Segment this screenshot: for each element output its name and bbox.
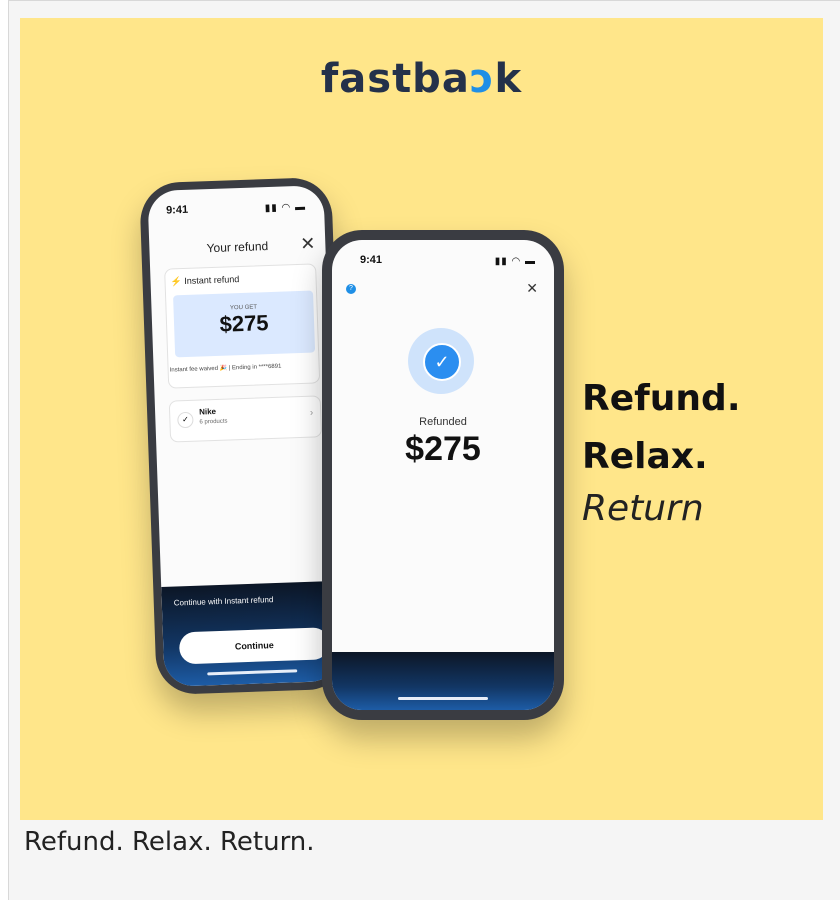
tagline-relax: Relax. bbox=[582, 436, 708, 477]
continue-button[interactable]: Continue bbox=[178, 627, 330, 665]
image-caption: Refund. Relax. Return. bbox=[24, 827, 315, 857]
lightning-icon: ⚡ bbox=[170, 276, 182, 287]
status-time: 9:41 bbox=[165, 203, 189, 217]
hero-image: fastbaↄk 9:41 ▮▮ ◠ ▬ Your refund ✕ ⚡ Ins… bbox=[20, 18, 823, 820]
status-icons: ▮▮ ◠ ▬ bbox=[264, 201, 307, 215]
close-icon[interactable]: ✕ bbox=[300, 233, 316, 255]
fastback-logo: fastbaↄk bbox=[320, 56, 523, 102]
back-phone: 9:41 ▮▮ ◠ ▬ Your refund ✕ ⚡ Instant refu… bbox=[139, 176, 349, 696]
refund-amount: $275 bbox=[219, 310, 269, 337]
close-icon[interactable]: ✕ bbox=[526, 280, 538, 297]
front-phone: 9:41 ▮▮ ◠ ▬ ? ✕ ✓ Refunded $275 bbox=[322, 230, 564, 720]
tagline-refund: Refund. bbox=[582, 378, 741, 419]
refunded-amount: $275 bbox=[405, 430, 481, 468]
you-get-box: YOU GET $275 bbox=[173, 290, 316, 358]
home-indicator bbox=[398, 697, 488, 700]
refund-check-icon: ✓ bbox=[408, 328, 474, 394]
help-icon[interactable]: ? bbox=[346, 284, 356, 294]
refunded-label: Refunded bbox=[419, 416, 467, 428]
status-icons: ▮▮ ◠ ▬ bbox=[494, 256, 536, 267]
status-time: 9:41 bbox=[360, 254, 383, 266]
store-sub: 6 products bbox=[199, 418, 228, 426]
continue-prompt: Continue with Instant refund bbox=[173, 595, 274, 608]
chevron-right-icon: › bbox=[309, 407, 314, 419]
store-name: Nike bbox=[198, 406, 217, 417]
home-indicator bbox=[207, 669, 298, 676]
tagline-return: Return bbox=[582, 488, 704, 529]
bottom-panel bbox=[332, 652, 554, 710]
